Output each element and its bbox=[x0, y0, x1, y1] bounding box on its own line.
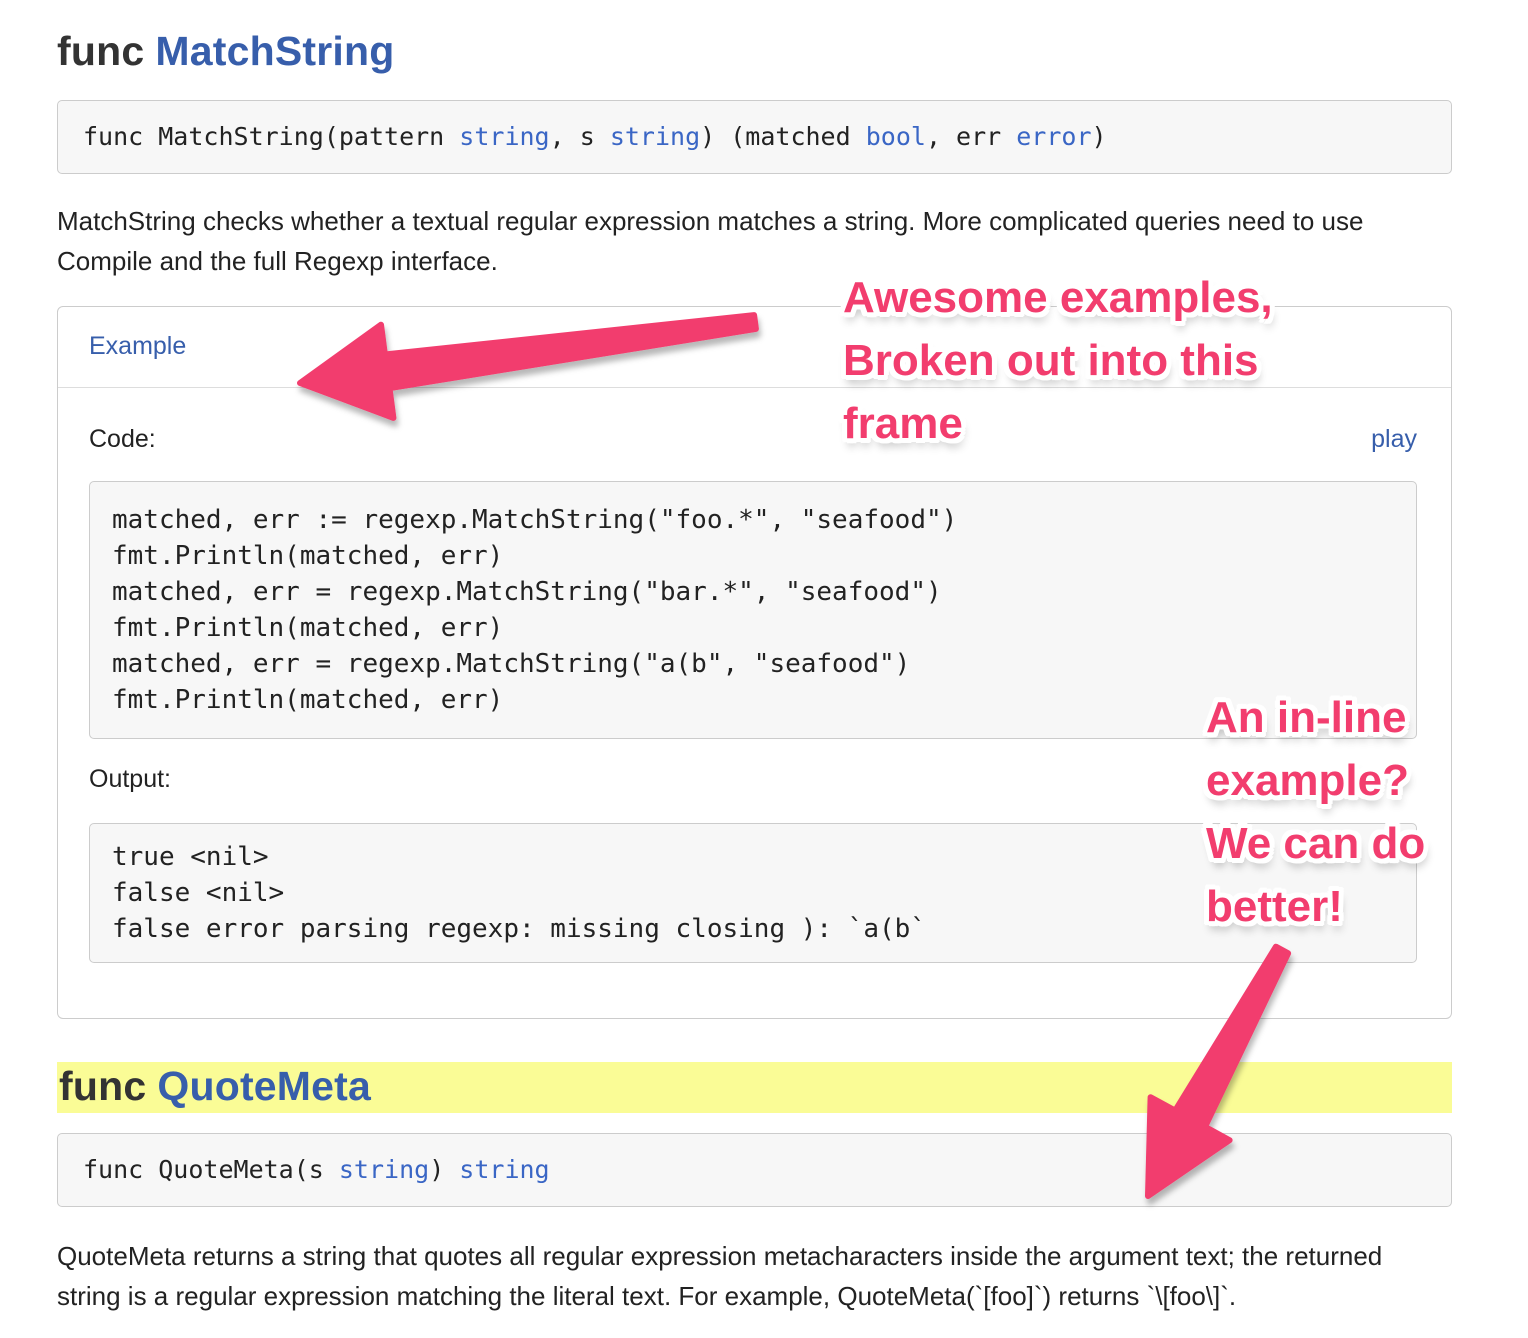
quotemeta-description: QuoteMeta returns a string that quotes a… bbox=[57, 1236, 1452, 1316]
play-link[interactable]: play bbox=[1371, 425, 1417, 454]
matchstring-signature-box: func MatchString(pattern string, s strin… bbox=[57, 100, 1452, 174]
matchstring-description: MatchString checks whether a textual reg… bbox=[57, 201, 1452, 281]
code-label: Code: bbox=[89, 425, 156, 454]
example-frame: Example Code: play matched, err := regex… bbox=[57, 306, 1452, 1019]
example-header: Example bbox=[58, 307, 1451, 388]
matchstring-signature: func MatchString(pattern string, s strin… bbox=[83, 122, 1107, 151]
func-keyword: func bbox=[57, 28, 144, 74]
matchstring-heading: funcMatchString bbox=[57, 28, 1452, 75]
example-body: Code: play matched, err := regexp.MatchS… bbox=[58, 388, 1451, 1018]
example-output-block: true <nil>false <nil>false error parsing… bbox=[89, 823, 1417, 963]
example-code-row: Code: play bbox=[89, 425, 1417, 454]
quotemeta-heading-link[interactable]: QuoteMeta bbox=[157, 1063, 371, 1109]
matchstring-heading-link[interactable]: MatchString bbox=[155, 28, 394, 74]
output-label: Output: bbox=[89, 765, 1417, 794]
quotemeta-signature-box: func QuoteMeta(s string) string bbox=[57, 1133, 1452, 1207]
doc-page: funcMatchString func MatchString(pattern… bbox=[57, 0, 1452, 1316]
func-keyword: func bbox=[59, 1063, 146, 1109]
example-code-block: matched, err := regexp.MatchString("foo.… bbox=[89, 481, 1417, 739]
quotemeta-heading: funcQuoteMeta bbox=[57, 1062, 1452, 1113]
example-toggle-link[interactable]: Example bbox=[89, 332, 186, 360]
quotemeta-signature: func QuoteMeta(s string) string bbox=[83, 1155, 550, 1184]
